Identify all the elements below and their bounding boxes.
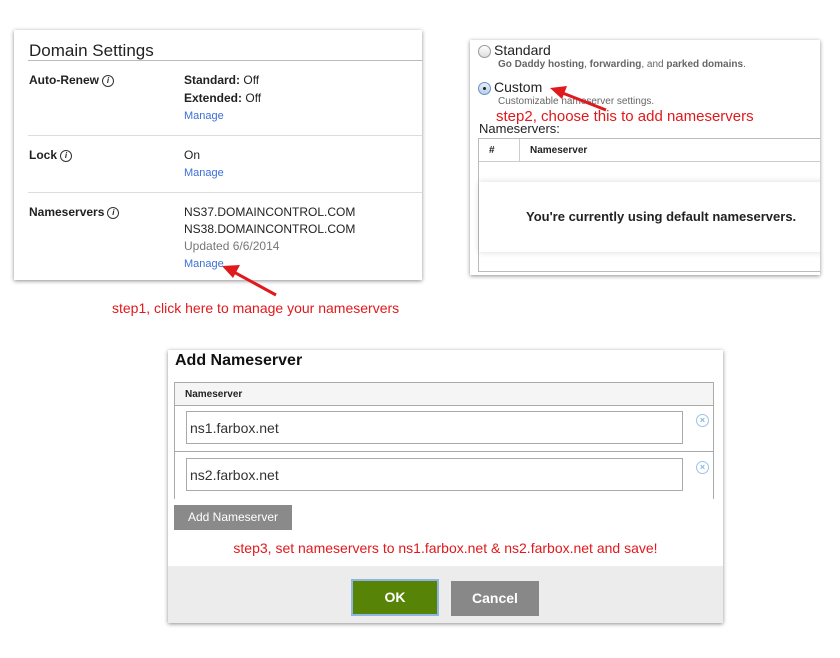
annotation-arrows bbox=[222, 86, 607, 297]
step2-arrow-icon bbox=[550, 86, 607, 112]
step1-arrow-icon bbox=[222, 265, 277, 297]
